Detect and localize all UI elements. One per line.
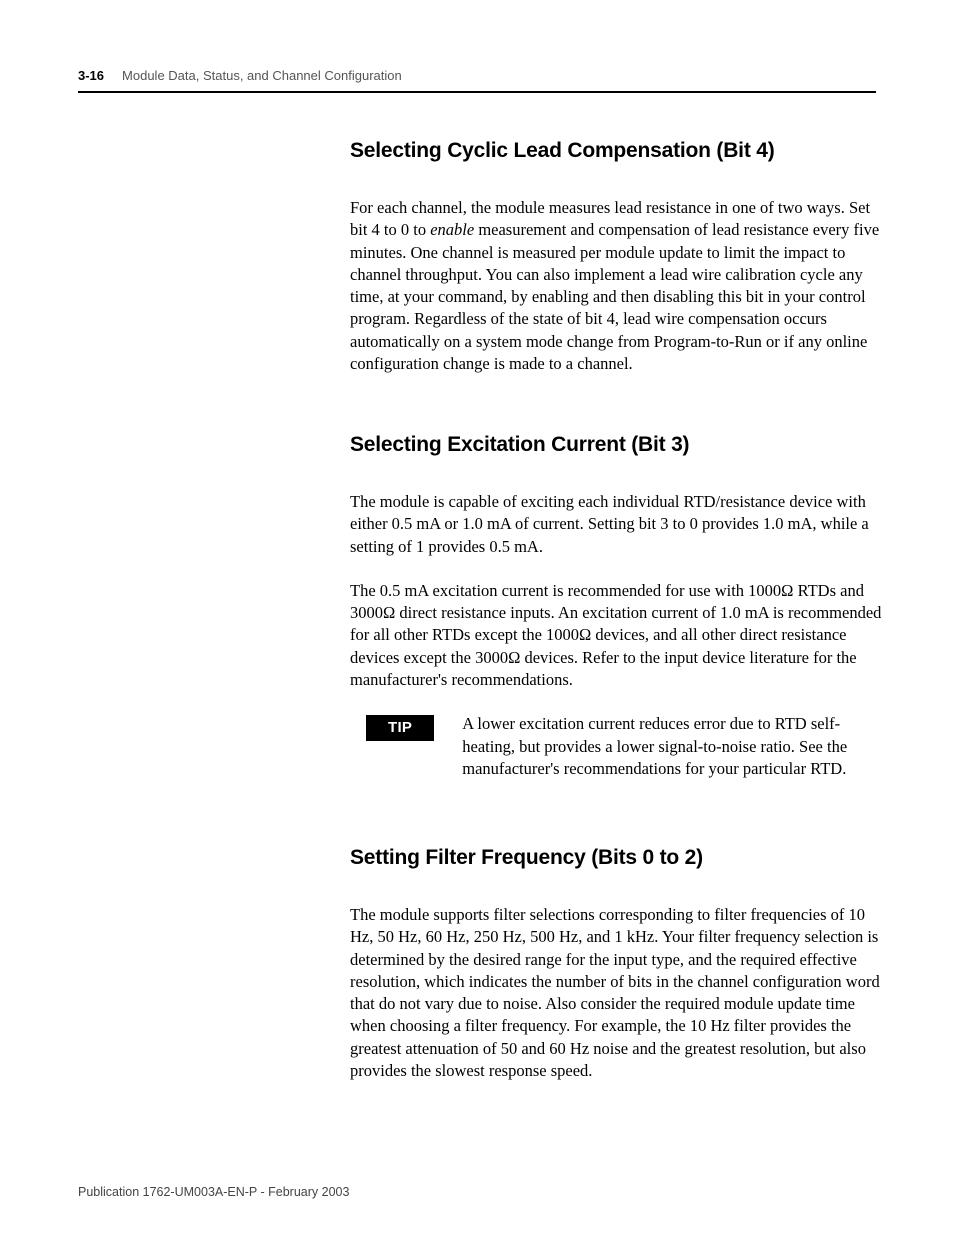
running-header: 3-16 Module Data, Status, and Channel Co… [78, 68, 876, 91]
body-paragraph: The module is capable of exciting each i… [350, 491, 890, 558]
header-rule [78, 91, 876, 93]
footer-publication: Publication 1762-UM003A-EN-P - February … [78, 1185, 349, 1199]
section-heading-filter-frequency: Setting Filter Frequency (Bits 0 to 2) [350, 846, 890, 870]
body-paragraph: For each channel, the module measures le… [350, 197, 890, 375]
body-paragraph: The 0.5 mA excitation current is recomme… [350, 580, 890, 691]
section-heading-excitation-current: Selecting Excitation Current (Bit 3) [350, 433, 890, 457]
page-number: 3-16 [78, 68, 104, 83]
body-paragraph: The module supports filter selections co… [350, 904, 890, 1082]
tip-text: A lower excitation current reduces error… [462, 713, 890, 780]
tip-callout: TIP A lower excitation current reduces e… [366, 713, 890, 780]
chapter-title: Module Data, Status, and Channel Configu… [122, 68, 402, 83]
section-heading-cyclic-lead: Selecting Cyclic Lead Compensation (Bit … [350, 139, 890, 163]
content-column: Selecting Cyclic Lead Compensation (Bit … [350, 139, 890, 1082]
tip-badge: TIP [366, 715, 434, 741]
